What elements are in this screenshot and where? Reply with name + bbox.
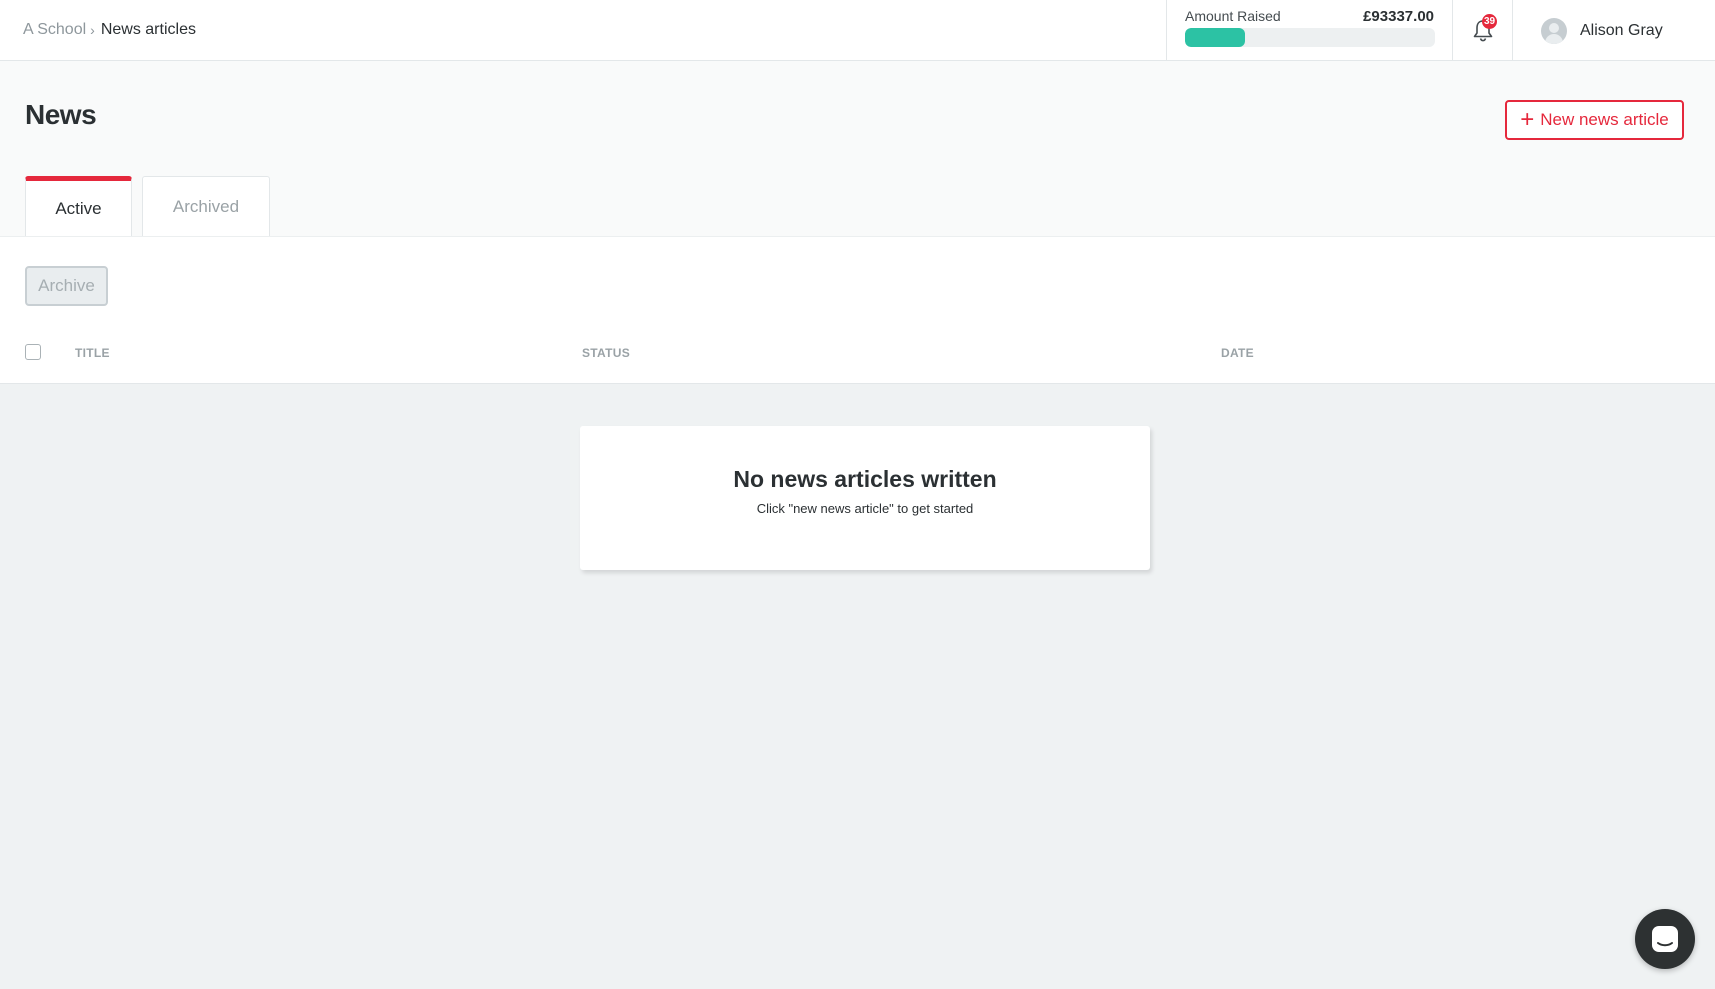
select-all-checkbox[interactable] <box>25 344 41 360</box>
tab-active-label: Active <box>55 198 102 218</box>
new-news-article-label: New news article <box>1540 110 1669 129</box>
tab-active[interactable]: Active <box>25 176 132 236</box>
tab-archived[interactable]: Archived <box>142 176 270 236</box>
breadcrumb: A School › News articles <box>23 20 196 40</box>
user-menu[interactable]: Alison Gray <box>1541 18 1663 44</box>
amount-raised-progress <box>1185 28 1435 47</box>
amount-raised-label: Amount Raised <box>1185 8 1281 24</box>
amount-raised-value: £93337.00 <box>1363 8 1434 25</box>
notifications-button[interactable]: 39 <box>1453 0 1513 61</box>
articles-panel: Archive TITLE STATUS DATE <box>0 236 1715 384</box>
amount-raised-widget[interactable]: Amount Raised £93337.00 <box>1166 0 1453 61</box>
page-header: News + New news article Active Archived <box>0 61 1715 236</box>
breadcrumb-separator: › <box>90 22 95 38</box>
table-header: TITLE STATUS DATE <box>0 344 1715 374</box>
column-status[interactable]: STATUS <box>582 346 630 360</box>
new-news-article-button[interactable]: + New news article <box>1505 100 1684 140</box>
tab-bar: Active Archived <box>25 176 280 236</box>
chat-launcher-button[interactable] <box>1635 909 1695 969</box>
column-title[interactable]: TITLE <box>75 346 110 360</box>
empty-state-card: No news articles written Click "new news… <box>580 426 1150 570</box>
notification-count-badge: 39 <box>1482 14 1498 29</box>
plus-icon: + <box>1520 106 1535 133</box>
top-bar: A School › News articles Amount Raised £… <box>0 0 1715 61</box>
empty-state-title: No news articles written <box>733 466 997 492</box>
breadcrumb-current: News articles <box>100 21 196 38</box>
chat-icon <box>1652 926 1678 952</box>
breadcrumb-root-link[interactable]: A School <box>23 20 86 40</box>
amount-raised-progress-fill <box>1185 28 1245 47</box>
empty-state-subtitle: Click "new news article" to get started <box>756 501 974 516</box>
user-name: Alison Gray <box>1580 22 1663 39</box>
column-date[interactable]: DATE <box>1221 346 1254 360</box>
tab-archived-label: Archived <box>172 196 240 216</box>
avatar-icon <box>1541 18 1567 44</box>
page-title: News <box>25 99 97 130</box>
archive-button[interactable]: Archive <box>25 266 108 306</box>
